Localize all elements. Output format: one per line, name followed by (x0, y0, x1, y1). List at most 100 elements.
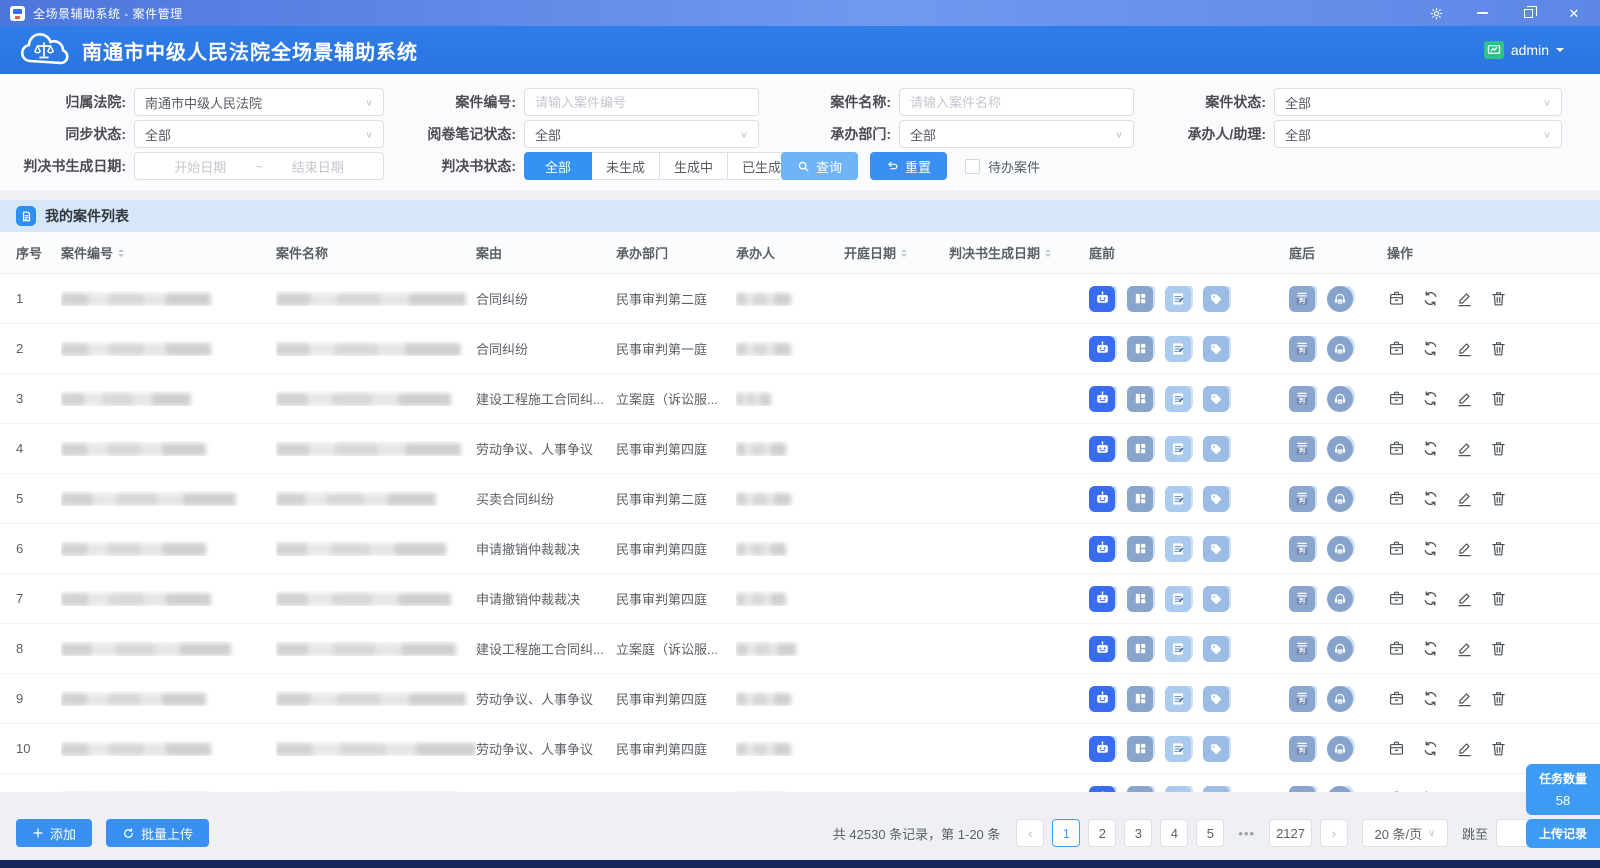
panel-layout-icon[interactable] (1127, 786, 1153, 793)
note-edit-icon[interactable] (1165, 786, 1191, 793)
ai-robot-icon[interactable] (1089, 736, 1115, 762)
segment-not-generated[interactable]: 未生成 (592, 152, 660, 180)
judgment-doc-icon[interactable]: 判 (1289, 536, 1315, 562)
edit-icon[interactable] (1455, 539, 1474, 558)
todo-case-checkbox[interactable]: 待办案件 (965, 157, 1040, 176)
close-icon[interactable]: ✕ (1566, 5, 1582, 21)
panel-layout-icon[interactable] (1127, 286, 1153, 312)
archive-box-icon[interactable] (1387, 439, 1406, 458)
refresh-icon[interactable] (1421, 739, 1440, 758)
note-edit-icon[interactable] (1165, 686, 1191, 712)
judgment-doc-icon[interactable]: 判 (1289, 436, 1315, 462)
panel-layout-icon[interactable] (1127, 336, 1153, 362)
headset-push-icon[interactable]: 推 (1327, 786, 1353, 793)
ai-robot-icon[interactable] (1089, 636, 1115, 662)
pagination-page-4[interactable]: 4 (1160, 819, 1188, 847)
ai-robot-icon[interactable] (1089, 486, 1115, 512)
tag-icon[interactable] (1203, 736, 1229, 762)
headset-push-icon[interactable]: 推 (1327, 436, 1353, 462)
segment-all[interactable]: 全部 (524, 152, 592, 180)
sync-status-select[interactable]: 全部 ∨ (134, 120, 384, 148)
note-edit-icon[interactable] (1165, 586, 1191, 612)
panel-layout-icon[interactable] (1127, 436, 1153, 462)
ai-robot-icon[interactable] (1089, 586, 1115, 612)
archive-box-icon[interactable] (1387, 289, 1406, 308)
page-size-select[interactable]: 20 条/页 ∨ (1362, 819, 1448, 847)
edit-icon[interactable] (1455, 789, 1474, 792)
archive-box-icon[interactable] (1387, 339, 1406, 358)
pagination-ellipsis[interactable]: ••• (1232, 819, 1261, 847)
edit-icon[interactable] (1455, 289, 1474, 308)
judgment-doc-icon[interactable]: 判 (1289, 336, 1315, 362)
delete-icon[interactable] (1489, 739, 1508, 758)
panel-layout-icon[interactable] (1127, 736, 1153, 762)
minimize-icon[interactable] (1474, 5, 1490, 21)
headset-push-icon[interactable]: 推 (1327, 636, 1353, 662)
note-edit-icon[interactable] (1165, 336, 1191, 362)
archive-box-icon[interactable] (1387, 639, 1406, 658)
user-menu[interactable]: admin (1484, 41, 1582, 59)
delete-icon[interactable] (1489, 589, 1508, 608)
archive-box-icon[interactable] (1387, 389, 1406, 408)
judgment-doc-icon[interactable]: 判 (1289, 786, 1315, 793)
panel-layout-icon[interactable] (1127, 586, 1153, 612)
tag-icon[interactable] (1203, 786, 1229, 793)
refresh-icon[interactable] (1421, 539, 1440, 558)
tag-icon[interactable] (1203, 336, 1229, 362)
pagination-page-2[interactable]: 2 (1088, 819, 1116, 847)
segment-generating[interactable]: 生成中 (660, 152, 728, 180)
judgment-doc-icon[interactable]: 判 (1289, 586, 1315, 612)
case-name-input[interactable] (899, 88, 1134, 116)
judgment-doc-icon[interactable]: 判 (1289, 286, 1315, 312)
judgment-doc-icon[interactable]: 判 (1289, 386, 1315, 412)
reset-button[interactable]: 重置 (870, 152, 947, 180)
delete-icon[interactable] (1489, 539, 1508, 558)
edit-icon[interactable] (1455, 589, 1474, 608)
archive-box-icon[interactable] (1387, 539, 1406, 558)
task-count-badge[interactable]: 任务数量 58 (1526, 764, 1600, 815)
judgment-doc-icon[interactable]: 判 (1289, 736, 1315, 762)
refresh-icon[interactable] (1421, 289, 1440, 308)
add-button[interactable]: 添加 (16, 819, 92, 847)
judgment-doc-icon[interactable]: 判 (1289, 486, 1315, 512)
pagination-page-5[interactable]: 5 (1196, 819, 1224, 847)
delete-icon[interactable] (1489, 489, 1508, 508)
note-edit-icon[interactable] (1165, 736, 1191, 762)
delete-icon[interactable] (1489, 639, 1508, 658)
archive-box-icon[interactable] (1387, 689, 1406, 708)
batch-upload-button[interactable]: 批量上传 (106, 819, 209, 847)
ai-robot-icon[interactable] (1089, 336, 1115, 362)
headset-push-icon[interactable]: 推 (1327, 286, 1353, 312)
edit-icon[interactable] (1455, 389, 1474, 408)
headset-push-icon[interactable]: 推 (1327, 386, 1353, 412)
note-edit-icon[interactable] (1165, 636, 1191, 662)
ai-robot-icon[interactable] (1089, 536, 1115, 562)
case-no-input[interactable] (524, 88, 759, 116)
edit-icon[interactable] (1455, 439, 1474, 458)
headset-push-icon[interactable]: 推 (1327, 336, 1353, 362)
tag-icon[interactable] (1203, 486, 1229, 512)
note-edit-icon[interactable] (1165, 486, 1191, 512)
refresh-icon[interactable] (1421, 489, 1440, 508)
sort-hearing-date[interactable] (901, 249, 907, 257)
delete-icon[interactable] (1489, 289, 1508, 308)
ai-robot-icon[interactable] (1089, 436, 1115, 462)
upload-records-button[interactable]: 上传记录 (1526, 819, 1600, 848)
refresh-icon[interactable] (1421, 789, 1440, 792)
note-edit-icon[interactable] (1165, 536, 1191, 562)
prev-page-button[interactable]: ‹ (1016, 819, 1044, 847)
tag-icon[interactable] (1203, 436, 1229, 462)
refresh-icon[interactable] (1421, 389, 1440, 408)
delete-icon[interactable] (1489, 689, 1508, 708)
headset-push-icon[interactable]: 推 (1327, 536, 1353, 562)
settings-gear-icon[interactable] (1428, 5, 1444, 21)
judgment-doc-icon[interactable]: 判 (1289, 686, 1315, 712)
sort-case-no[interactable] (118, 249, 124, 257)
edit-icon[interactable] (1455, 489, 1474, 508)
pagination-page-3[interactable]: 3 (1124, 819, 1152, 847)
panel-layout-icon[interactable] (1127, 686, 1153, 712)
refresh-icon[interactable] (1421, 639, 1440, 658)
ai-robot-icon[interactable] (1089, 286, 1115, 312)
headset-push-icon[interactable]: 推 (1327, 486, 1353, 512)
headset-push-icon[interactable]: 推 (1327, 686, 1353, 712)
